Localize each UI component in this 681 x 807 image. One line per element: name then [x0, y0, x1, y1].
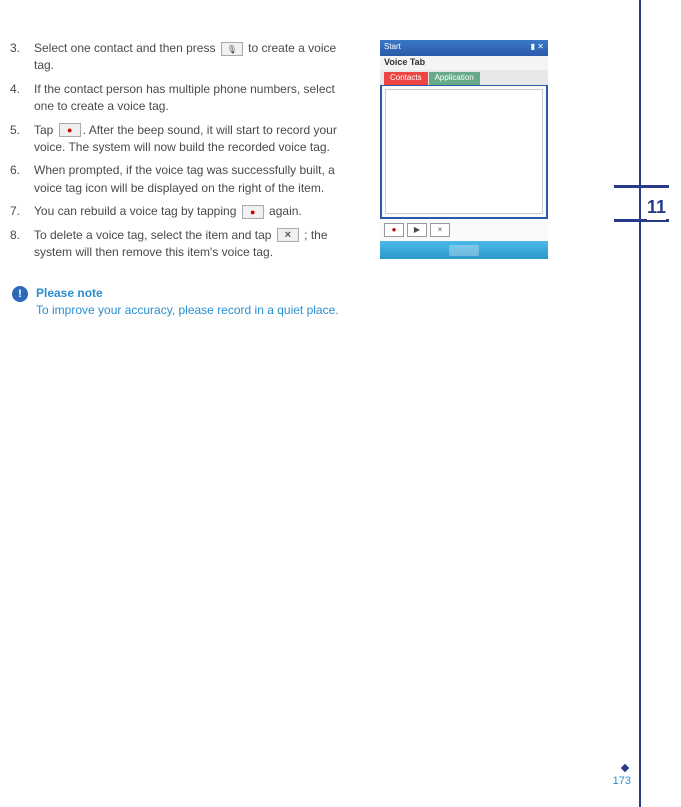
phone-softkey: [449, 245, 479, 256]
step-number: 8.: [10, 227, 34, 262]
list-item: 8. To delete a voice tag, select the ite…: [10, 227, 355, 262]
phone-play-button: ▶: [407, 223, 427, 237]
phone-content: [380, 85, 548, 219]
phone-app-title: Voice Tab: [380, 56, 548, 70]
list-item: 6. When prompted, if the voice tag was s…: [10, 162, 355, 197]
phone-screenshot: Start ▮ ✕ Voice Tab Contacts Application…: [380, 40, 548, 260]
page-number: 173: [613, 775, 631, 787]
phone-tab-contacts: Contacts: [384, 72, 428, 85]
list-item: 3. Select one contact and then press to …: [10, 40, 355, 75]
phone-status-bar: Start ▮ ✕: [380, 40, 548, 56]
step-number: 5.: [10, 122, 34, 157]
mic-icon: [221, 42, 243, 56]
phone-status-right: ▮ ✕: [531, 42, 544, 54]
info-icon: !: [12, 286, 28, 302]
step-number: 4.: [10, 81, 34, 116]
chapter-rule: [614, 185, 669, 188]
page-diamond-icon: [621, 764, 629, 772]
phone-status-left: Start: [384, 42, 401, 54]
step-text: Select one contact and then press to cre…: [34, 40, 355, 75]
note-title: Please note: [36, 285, 339, 302]
phone-list-area: [385, 89, 543, 214]
record-icon: [59, 123, 81, 137]
phone-tabs: Contacts Application: [380, 70, 548, 85]
list-item: 7. You can rebuild a voice tag by tappin…: [10, 203, 355, 220]
record-icon: [242, 205, 264, 219]
list-item: 5. Tap . After the beep sound, it will s…: [10, 122, 355, 157]
phone-tab-application: Application: [429, 72, 480, 85]
step-text: Tap . After the beep sound, it will star…: [34, 122, 355, 157]
note-body: To improve your accuracy, please record …: [36, 302, 339, 319]
chapter-number: 11: [647, 195, 666, 220]
step-text: When prompted, if the voice tag was succ…: [34, 162, 355, 197]
phone-delete-button: ×: [430, 223, 450, 237]
step-number: 7.: [10, 203, 34, 220]
note-block: ! Please note To improve your accuracy, …: [10, 285, 530, 319]
delete-icon: [277, 228, 299, 242]
phone-record-button: ●: [384, 223, 404, 237]
note-text: Please note To improve your accuracy, pl…: [36, 285, 339, 319]
step-number: 3.: [10, 40, 34, 75]
page-margin-rule: [639, 0, 641, 807]
list-item: 4. If the contact person has multiple ph…: [10, 81, 355, 116]
step-number: 6.: [10, 162, 34, 197]
step-text: If the contact person has multiple phone…: [34, 81, 355, 116]
phone-footer: [380, 241, 548, 259]
step-text: To delete a voice tag, select the item a…: [34, 227, 355, 262]
instruction-list: 3. Select one contact and then press to …: [10, 40, 355, 261]
phone-controls: ● ▶ ×: [380, 219, 548, 241]
step-text: You can rebuild a voice tag by tapping a…: [34, 203, 355, 220]
